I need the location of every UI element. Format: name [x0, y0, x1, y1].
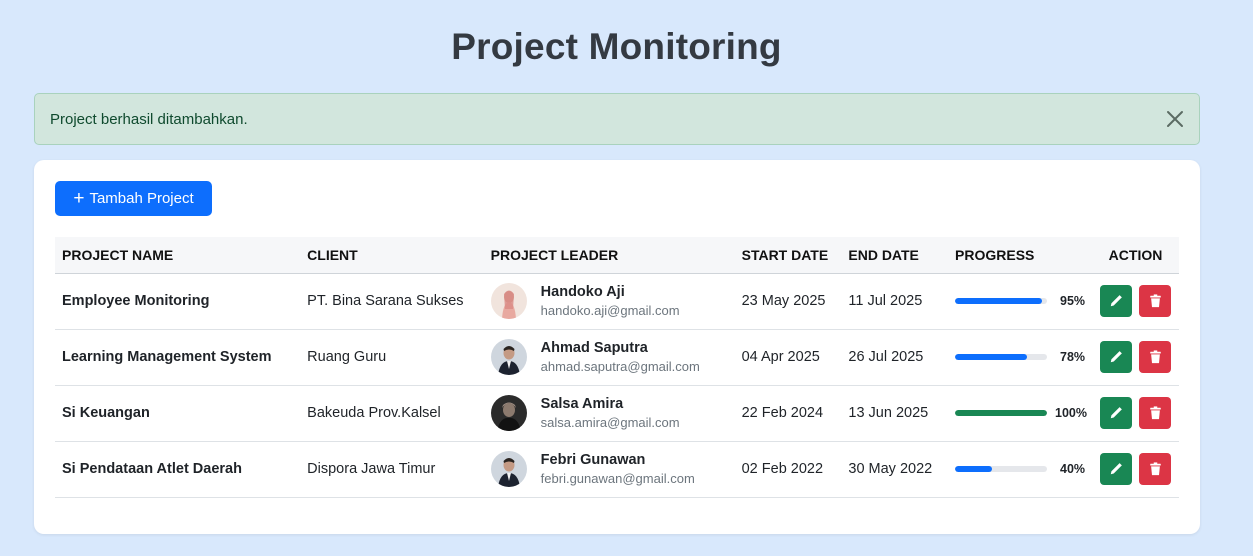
- project-name: Si Keuangan: [55, 385, 301, 442]
- action-cell: [1092, 441, 1179, 498]
- delete-button[interactable]: [1139, 285, 1172, 317]
- table-header-row: PROJECT NAME CLIENT PROJECT LEADER START…: [55, 237, 1179, 274]
- edit-button[interactable]: [1100, 341, 1133, 373]
- progress-bar: [955, 354, 1048, 360]
- trash-icon: [1149, 350, 1161, 364]
- edit-button[interactable]: [1100, 397, 1133, 429]
- progress-cell: 100%: [948, 385, 1093, 442]
- end-date: 30 May 2022: [841, 441, 949, 498]
- progress-fill: [955, 354, 1027, 360]
- client-name: Dispora Jawa Timur: [300, 441, 484, 498]
- pencil-icon: [1110, 295, 1122, 307]
- close-icon[interactable]: [1164, 108, 1186, 130]
- leader-email: handoko.aji@gmail.com: [540, 302, 680, 318]
- end-date: 13 Jun 2025: [841, 385, 949, 442]
- header-client[interactable]: CLIENT: [300, 237, 484, 274]
- leader-email: febri.gunawan@gmail.com: [540, 470, 695, 486]
- progress-percent: 78%: [1060, 350, 1086, 364]
- delete-button[interactable]: [1139, 453, 1172, 485]
- progress-bar: [955, 466, 1048, 472]
- trash-icon: [1149, 294, 1161, 308]
- project-leader: Febri Gunawan febri.gunawan@gmail.com: [483, 441, 735, 498]
- project-leader: Salsa Amira salsa.amira@gmail.com: [483, 385, 735, 442]
- project-leader: Handoko Aji handoko.aji@gmail.com: [483, 273, 735, 330]
- table-row: Si Keuangan Bakeuda Prov.Kalsel Salsa Am…: [55, 385, 1179, 442]
- progress-cell: 78%: [948, 329, 1093, 386]
- table-row: Employee Monitoring PT. Bina Sarana Suks…: [55, 273, 1179, 330]
- avatar: [490, 339, 527, 375]
- header-project-name[interactable]: PROJECT NAME: [55, 237, 301, 274]
- add-project-button[interactable]: + Tambah Project: [55, 181, 212, 216]
- action-cell: [1092, 329, 1179, 386]
- progress-cell: 40%: [948, 441, 1093, 498]
- action-cell: [1092, 273, 1179, 330]
- start-date: 22 Feb 2024: [734, 385, 842, 442]
- progress-fill: [955, 410, 1048, 416]
- start-date: 04 Apr 2025: [734, 329, 842, 386]
- progress-bar: [955, 298, 1048, 304]
- header-action: ACTION: [1092, 237, 1179, 274]
- leader-name: Salsa Amira: [540, 395, 624, 412]
- leader-email: salsa.amira@gmail.com: [540, 414, 680, 430]
- client-name: Bakeuda Prov.Kalsel: [300, 385, 484, 442]
- edit-button[interactable]: [1100, 285, 1133, 317]
- leader-email: ahmad.saputra@gmail.com: [540, 358, 700, 374]
- trash-icon: [1149, 406, 1161, 420]
- progress-cell: 95%: [948, 273, 1093, 330]
- page-title: Project Monitoring: [451, 26, 782, 67]
- pencil-icon: [1110, 463, 1122, 475]
- header-end-date[interactable]: END DATE: [841, 237, 949, 274]
- alert-message: Project berhasil ditambahkan.: [50, 110, 248, 128]
- edit-button[interactable]: [1100, 453, 1133, 485]
- client-name: PT. Bina Sarana Sukses: [300, 273, 484, 330]
- project-name: Learning Management System: [55, 329, 301, 386]
- delete-button[interactable]: [1139, 397, 1172, 429]
- project-name: Si Pendataan Atlet Daerah: [55, 441, 301, 498]
- progress-percent: 100%: [1055, 406, 1088, 420]
- leader-name: Febri Gunawan: [540, 451, 646, 468]
- progress-percent: 40%: [1060, 462, 1086, 476]
- project-table: PROJECT NAME CLIENT PROJECT LEADER START…: [55, 237, 1179, 498]
- trash-icon: [1149, 462, 1161, 476]
- table-row: Learning Management System Ruang Guru Ah…: [55, 329, 1179, 386]
- progress-fill: [955, 298, 1043, 304]
- plus-icon: +: [73, 188, 85, 209]
- pencil-icon: [1110, 351, 1122, 363]
- delete-button[interactable]: [1139, 341, 1172, 373]
- add-project-label: Tambah Project: [89, 190, 194, 207]
- avatar: [490, 395, 527, 431]
- client-name: Ruang Guru: [300, 329, 484, 386]
- project-name: Employee Monitoring: [55, 273, 301, 330]
- table-row: Si Pendataan Atlet Daerah Dispora Jawa T…: [55, 441, 1179, 498]
- progress-percent: 95%: [1060, 294, 1086, 308]
- project-leader: Ahmad Saputra ahmad.saputra@gmail.com: [483, 329, 735, 386]
- header-project-leader[interactable]: PROJECT LEADER: [483, 237, 735, 274]
- pencil-icon: [1110, 407, 1122, 419]
- avatar: [490, 451, 527, 487]
- progress-bar: [955, 410, 1048, 416]
- end-date: 11 Jul 2025: [841, 273, 949, 330]
- action-cell: [1092, 385, 1179, 442]
- leader-name: Handoko Aji: [540, 283, 625, 300]
- end-date: 26 Jul 2025: [841, 329, 949, 386]
- leader-name: Ahmad Saputra: [540, 339, 648, 356]
- project-card: + Tambah Project PROJECT NAME CLIENT PRO…: [34, 160, 1200, 534]
- start-date: 02 Feb 2022: [734, 441, 842, 498]
- progress-fill: [955, 466, 992, 472]
- header-progress[interactable]: PROGRESS: [948, 237, 1093, 274]
- start-date: 23 May 2025: [734, 273, 842, 330]
- success-alert: Project berhasil ditambahkan.: [34, 93, 1200, 145]
- header-start-date[interactable]: START DATE: [734, 237, 842, 274]
- avatar: [490, 283, 527, 319]
